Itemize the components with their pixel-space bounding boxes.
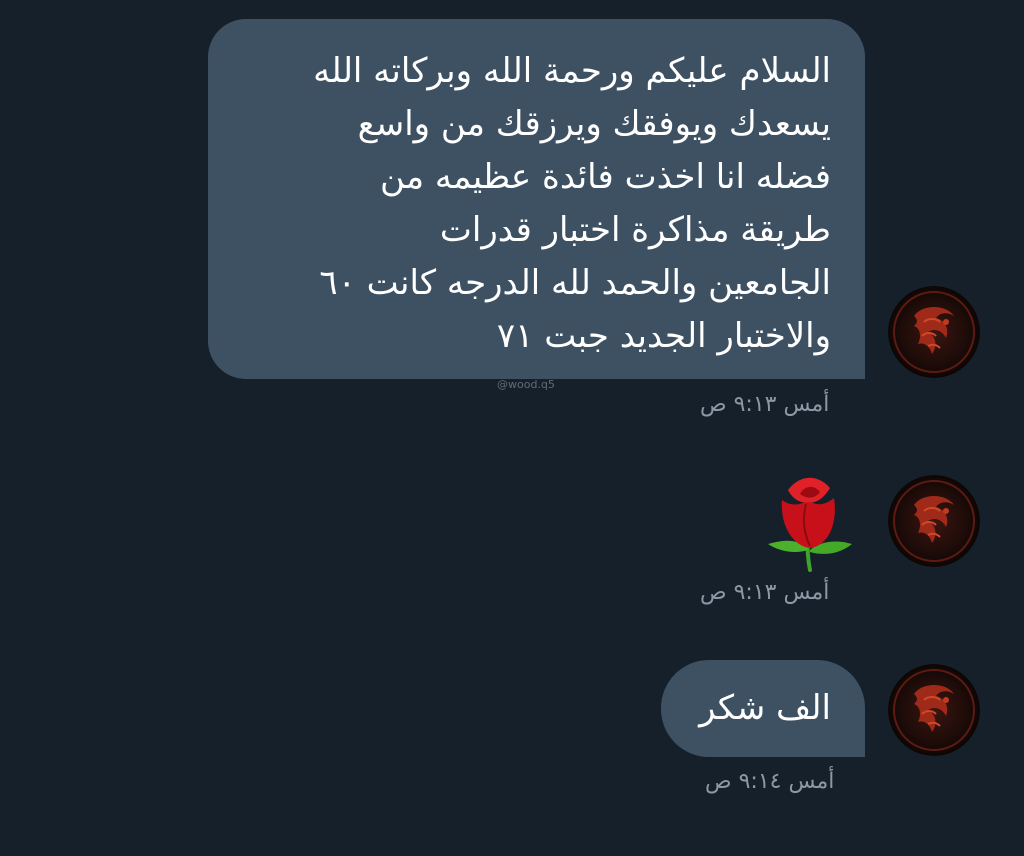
chat-thread: السلام عليكم ورحمة الله وبركاته الله يسع…	[0, 0, 1024, 856]
timestamp: أمس ٩:١٣ ص	[700, 392, 830, 417]
avatar[interactable]	[888, 286, 980, 378]
dragon-sigil-icon	[888, 286, 980, 378]
dragon-sigil-icon	[888, 475, 980, 567]
message-text: الف شكر	[699, 688, 831, 728]
avatar[interactable]	[888, 664, 980, 756]
message-line: فضله انا اخذت فائدة عظيمه من	[380, 157, 831, 197]
message-line: طريقة مذاكرة اختبار قدرات	[439, 210, 831, 250]
dragon-sigil-icon	[888, 664, 980, 756]
message-bubble[interactable]: السلام عليكم ورحمة الله وبركاته الله يسع…	[208, 19, 865, 379]
avatar[interactable]	[888, 475, 980, 567]
message-line: والاختبار الجديد جبت ٧١	[496, 316, 831, 356]
timestamp: أمس ٩:١٣ ص	[700, 580, 830, 605]
message-line: يسعدك ويوفقك ويرزقك من واسع	[357, 104, 831, 144]
timestamp: أمس ٩:١٤ ص	[705, 769, 835, 794]
message-line: الجامعين والحمد لله الدرجه كانت ٦٠	[319, 263, 831, 303]
message-line: السلام عليكم ورحمة الله وبركاته الله	[313, 51, 831, 91]
message-bubble[interactable]: الف شكر	[661, 660, 865, 757]
rose-icon	[768, 477, 852, 572]
emoji-message[interactable]	[760, 470, 860, 574]
watermark: @wood.q5	[497, 378, 555, 391]
